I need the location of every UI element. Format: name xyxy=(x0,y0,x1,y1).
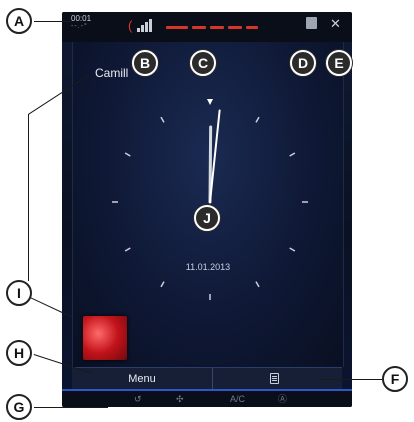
leader-a xyxy=(34,21,72,22)
status-bar: 00:01 --.-° ( ✕ xyxy=(62,12,352,42)
signal-icon xyxy=(137,18,157,32)
status-time: 00:01 xyxy=(71,14,92,23)
twelve-marker xyxy=(207,99,213,105)
leader-g xyxy=(34,407,108,408)
callout-e: E xyxy=(326,50,352,76)
clock-tick xyxy=(160,281,165,288)
note-icon[interactable] xyxy=(306,17,317,29)
list-icon xyxy=(270,373,279,384)
callout-f: F xyxy=(382,366,408,392)
clock-tick xyxy=(289,247,296,252)
climate-bar: ↺ ✣ A/C Ⓐ xyxy=(62,389,352,407)
callout-a: A xyxy=(6,8,32,34)
callout-h: H xyxy=(6,340,32,366)
progress-icon xyxy=(166,26,258,29)
clock-tick xyxy=(124,152,131,157)
callout-c: C xyxy=(190,50,216,76)
ac-button[interactable]: A/C xyxy=(230,393,245,405)
media-thumbnail[interactable] xyxy=(83,316,127,360)
clock-tick xyxy=(255,116,260,123)
clock-tick xyxy=(289,152,296,157)
callout-g: G xyxy=(6,394,32,420)
leader-f xyxy=(318,379,382,380)
recirculation-icon[interactable]: ↺ xyxy=(134,393,142,405)
auto-climate-button[interactable]: Ⓐ xyxy=(278,393,287,405)
menu-button[interactable]: Menu xyxy=(72,368,213,390)
close-icon[interactable]: ✕ xyxy=(330,17,341,30)
status-time-sub: --.-° xyxy=(71,23,88,30)
bottom-bar: Menu xyxy=(72,367,342,390)
leader-i xyxy=(28,114,29,281)
callout-d: D xyxy=(290,50,316,76)
clock-date: 11.01.2013 xyxy=(185,262,231,272)
clock-tick xyxy=(255,281,260,288)
callout-b: B xyxy=(132,50,158,76)
fan-icon[interactable]: ✣ xyxy=(176,393,184,405)
clock-tick xyxy=(160,116,165,123)
callout-i: I xyxy=(6,280,32,306)
phone-icon[interactable]: ( xyxy=(128,19,132,32)
clock-tick xyxy=(124,247,131,252)
callout-j: J xyxy=(194,205,220,231)
